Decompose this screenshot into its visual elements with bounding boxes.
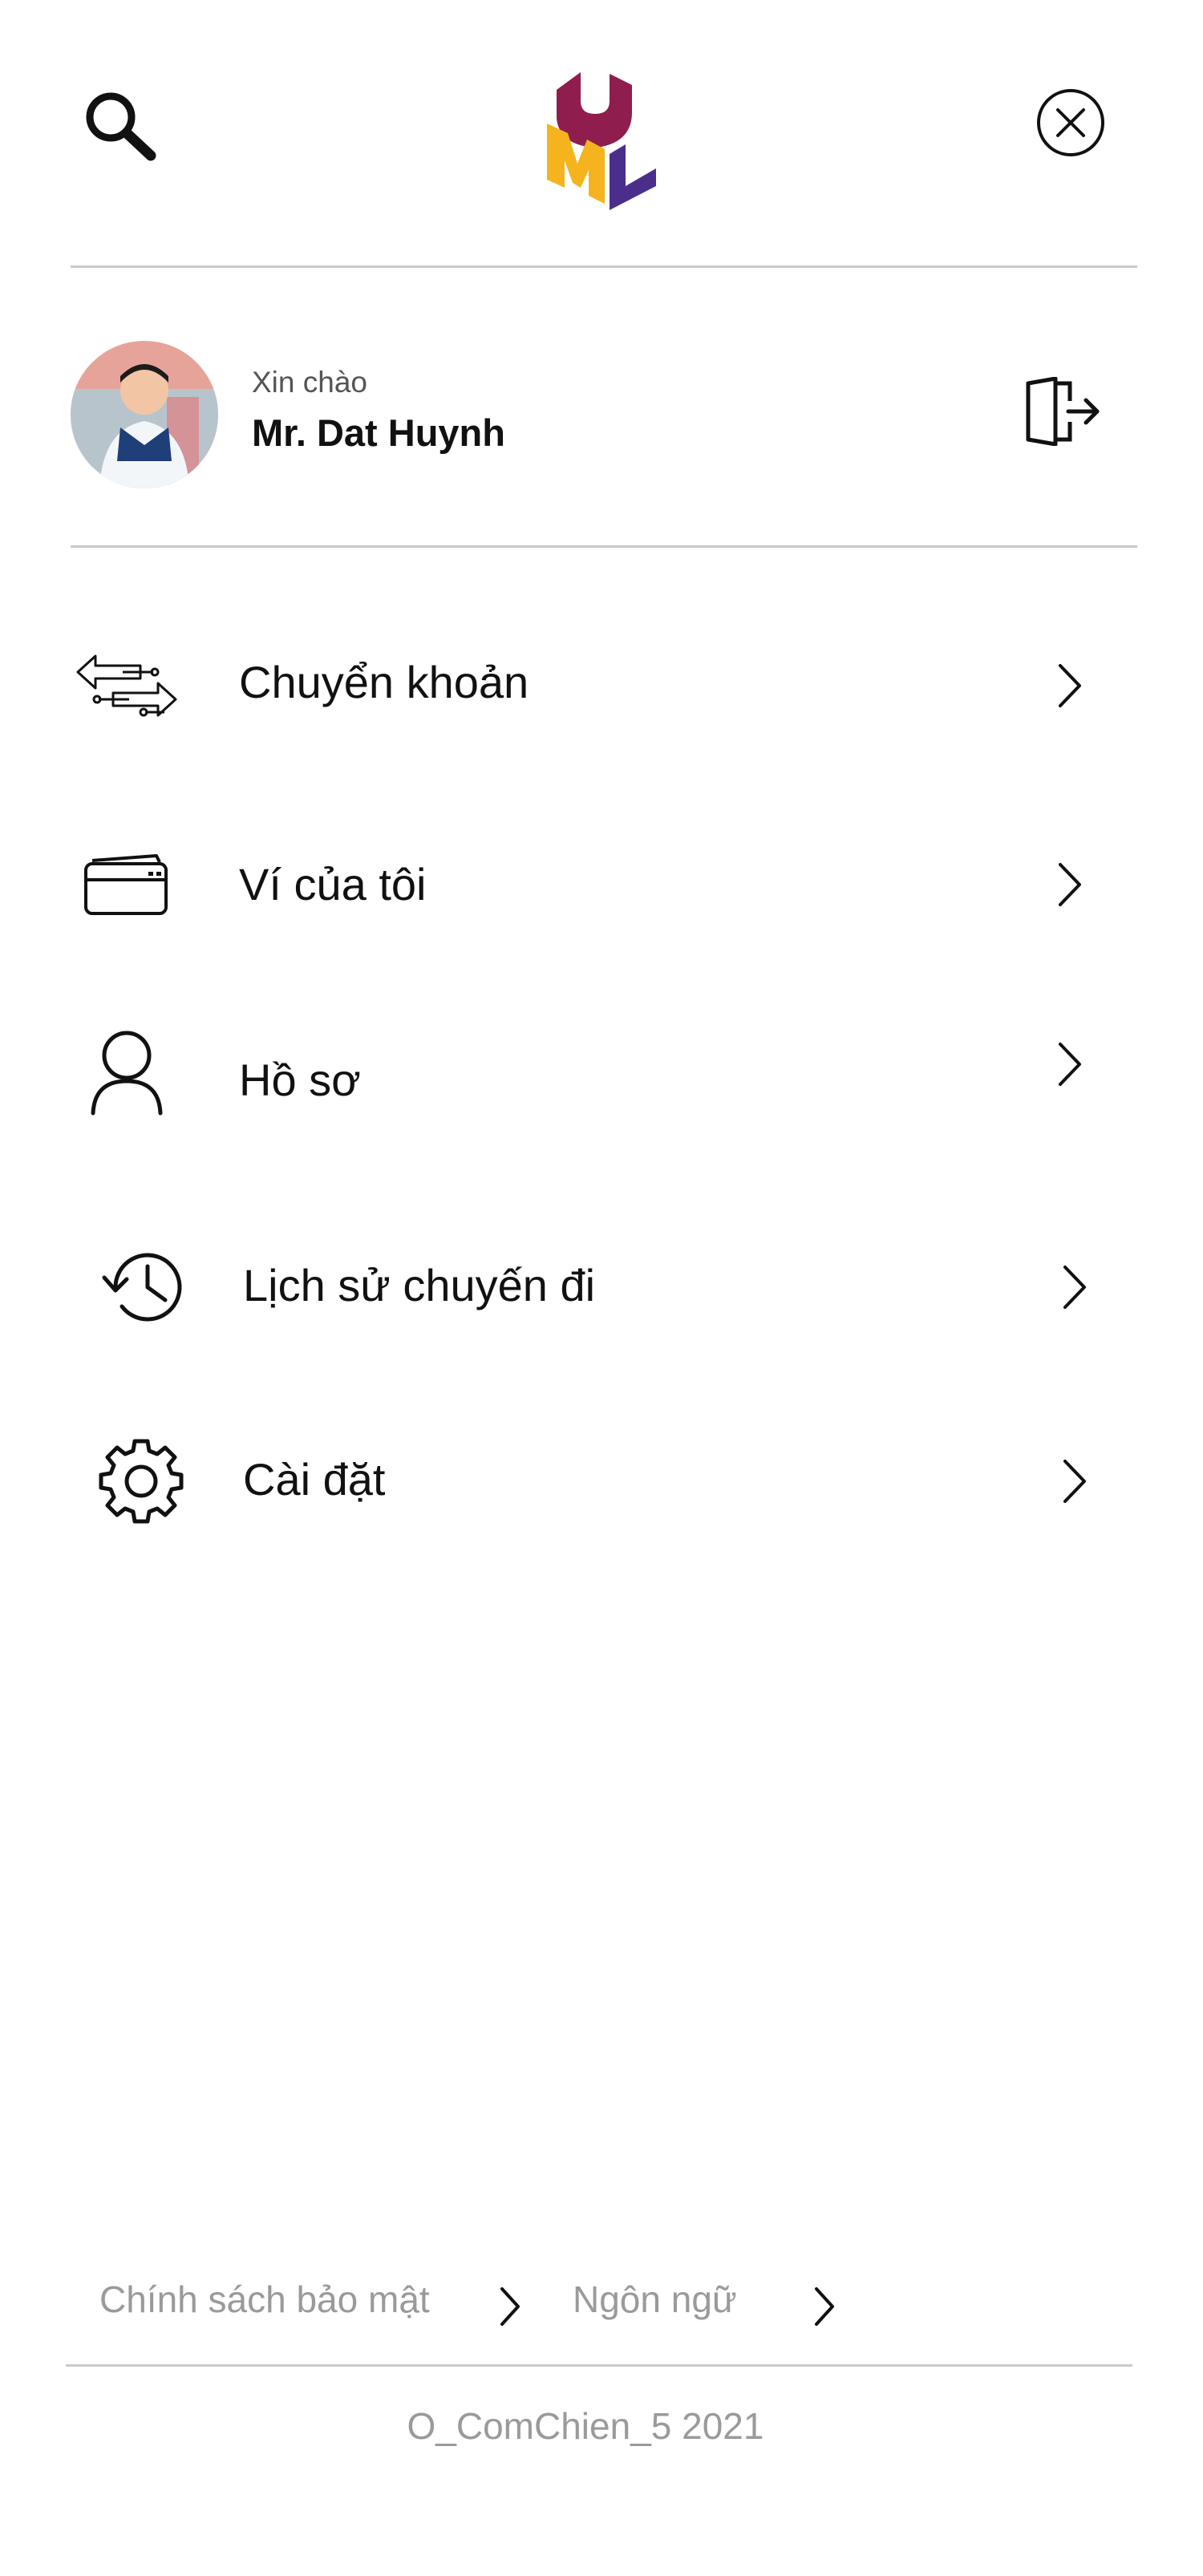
chevron-right-icon	[1063, 1266, 1086, 1309]
footer-divider	[66, 2364, 1132, 2367]
logout-button[interactable]	[1023, 376, 1102, 447]
wallet-card-icon-wrap	[71, 824, 183, 945]
close-button[interactable]	[1035, 87, 1107, 159]
close-circle-icon	[1037, 89, 1104, 156]
history-clock-icon-wrap	[90, 1227, 202, 1347]
settings-gear-icon-wrap	[85, 1421, 197, 1541]
transfer-arrows-icon	[76, 654, 177, 717]
settings-gear-icon	[99, 1439, 184, 1524]
menu-item-transfer[interactable]: Chuyển khoản	[71, 626, 1113, 746]
chevron-right-icon	[1059, 664, 1081, 707]
history-clock-icon	[102, 1253, 182, 1322]
logout-door-icon	[1026, 376, 1100, 447]
greeting-text: Xin chào	[252, 366, 367, 399]
avatar[interactable]	[71, 341, 218, 488]
profile-person-icon-wrap	[71, 1012, 183, 1132]
menu-item-trip-history[interactable]: Lịch sử chuyến đi	[71, 1227, 1113, 1347]
chevron-right-icon[interactable]	[494, 2282, 526, 2331]
menu-label-transfer: Chuyển khoản	[239, 657, 529, 707]
profile-person-icon	[91, 1031, 163, 1116]
menu-label-profile: Hồ sơ	[239, 1055, 361, 1105]
privacy-policy-link[interactable]: Chính sách bảo mật	[99, 2278, 430, 2321]
menu-item-profile[interactable]: Hồ sơ	[71, 1012, 1113, 1132]
menu-label-wallet: Ví của tôi	[239, 859, 427, 909]
menu-item-settings[interactable]: Cài đặt	[71, 1421, 1113, 1541]
wallet-card-icon	[84, 854, 168, 915]
uml-logo-icon	[547, 72, 656, 210]
uml-logo	[539, 66, 667, 210]
language-link[interactable]: Ngôn ngữ	[573, 2278, 737, 2321]
user-divider	[71, 545, 1137, 548]
transfer-arrows-icon-wrap	[71, 626, 183, 746]
search-button[interactable]	[80, 87, 168, 167]
search-icon	[86, 92, 156, 161]
copyright-text: O_ComChien_5 2021	[407, 2405, 764, 2447]
chevron-right-icon[interactable]	[808, 2282, 840, 2331]
avatar-photo	[71, 341, 218, 488]
menu-label-trip-history: Lịch sử chuyến đi	[243, 1260, 596, 1310]
chevron-right-icon	[1059, 1043, 1081, 1086]
menu-item-wallet[interactable]: Ví của tôi	[71, 824, 1113, 945]
user-name: Mr. Dat Huynh	[252, 411, 505, 454]
menu-label-settings: Cài đặt	[243, 1454, 386, 1505]
chevron-right-icon	[1059, 863, 1081, 906]
header-divider	[71, 265, 1137, 268]
chevron-right-icon	[1063, 1460, 1086, 1503]
